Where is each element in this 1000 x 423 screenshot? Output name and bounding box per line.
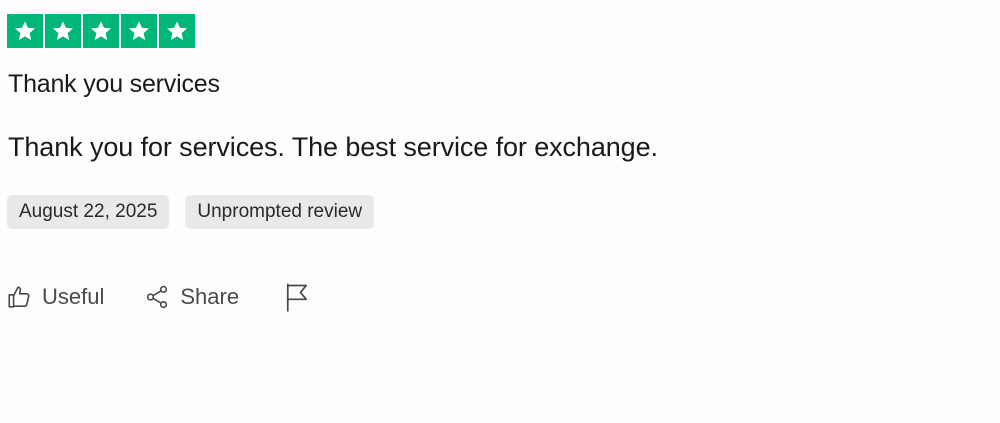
thumbs-up-icon: [6, 284, 32, 310]
share-label: Share: [180, 284, 240, 309]
review-card: Thank you services Thank you for service…: [0, 0, 1000, 423]
star-icon: [159, 14, 195, 48]
share-icon: [144, 284, 170, 310]
star-rating: [7, 14, 195, 48]
review-body: Thank you for services. The best service…: [8, 132, 658, 162]
useful-label: Useful: [42, 284, 105, 309]
report-button[interactable]: [283, 282, 311, 312]
review-meta: August 22, 2025 Unprompted review: [7, 195, 375, 229]
useful-button[interactable]: Useful: [6, 284, 104, 310]
star-icon: [45, 14, 81, 48]
star-icon: [121, 14, 157, 48]
review-title: Thank you services: [8, 70, 220, 98]
star-icon: [7, 14, 43, 48]
star-icon: [83, 14, 119, 48]
review-type-badge: Unprompted review: [185, 195, 375, 229]
flag-icon: [283, 282, 311, 312]
review-date-badge: August 22, 2025: [7, 195, 170, 229]
share-button[interactable]: Share: [144, 284, 239, 310]
review-actions: Useful Share: [6, 282, 311, 312]
